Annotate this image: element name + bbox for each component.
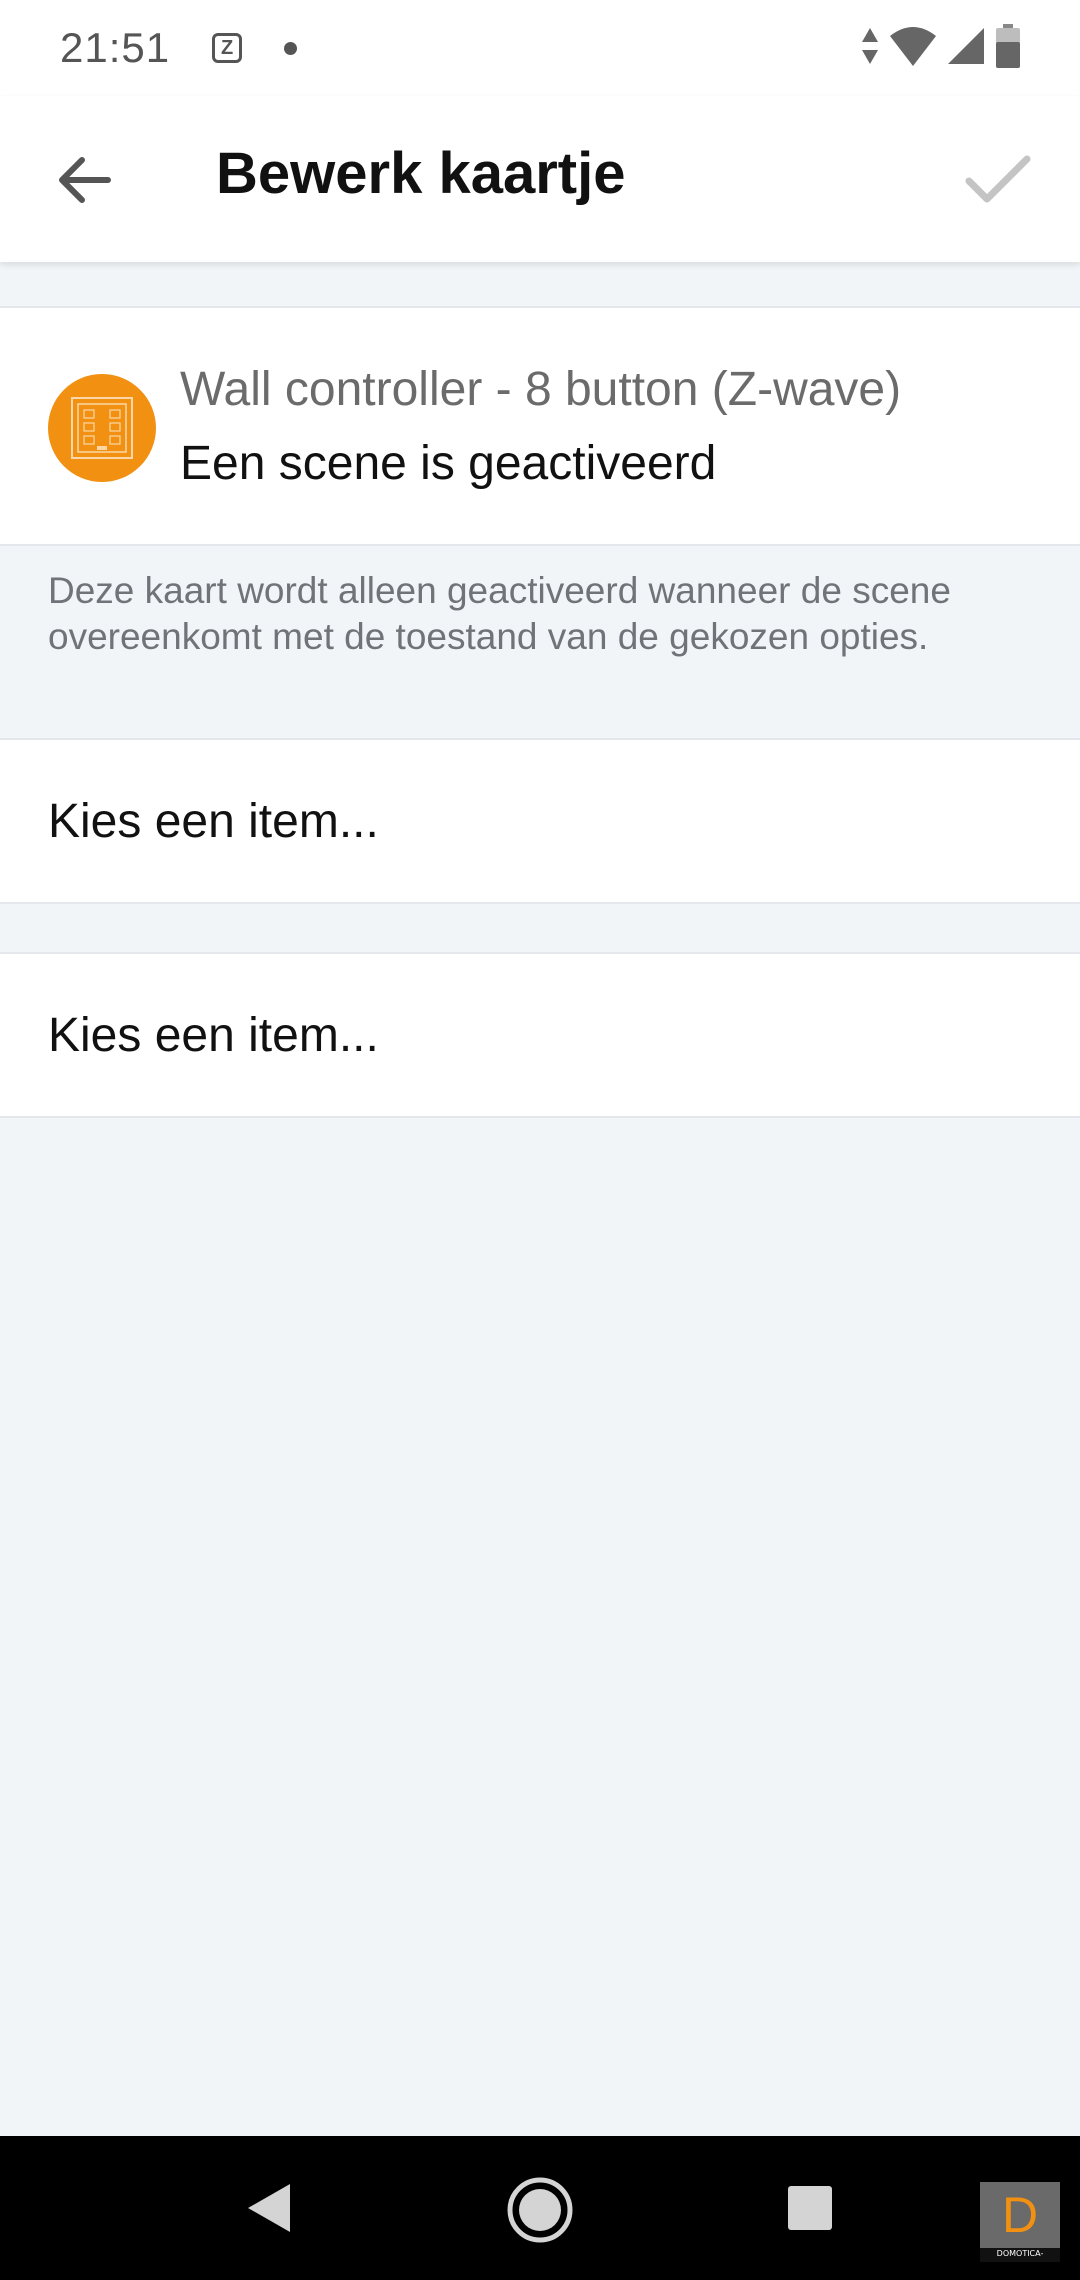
status-time: 21:51 — [60, 24, 171, 71]
watermark-letter: D — [1001, 2187, 1039, 2243]
device-avatar — [48, 374, 156, 482]
back-triangle-icon[interactable] — [246, 2182, 292, 2234]
notification-dot-icon — [284, 41, 298, 55]
wall-controller-icon — [71, 397, 133, 459]
app-bar: Bewerk kaartje — [0, 96, 1080, 262]
item-selector-2[interactable]: Kies een item... — [0, 952, 1080, 1118]
screen: 21:51 Z Bewerk kaartje Wall controller -… — [0, 0, 1080, 2280]
device-name: Wall controller - 8 button (Z-wave) — [180, 363, 902, 416]
wifi-icon — [890, 27, 936, 66]
system-status-icons — [860, 24, 1022, 68]
battery-icon — [996, 24, 1020, 68]
watermark-text: DOMOTICA-BLOG.NL — [980, 2248, 1060, 2262]
check-icon — [965, 155, 1031, 203]
arrow-left-icon — [59, 157, 111, 203]
data-arrows-icon — [862, 28, 878, 64]
hint-text: Deze kaart wordt alleen geactiveerd wann… — [48, 570, 951, 657]
back-button[interactable] — [48, 144, 120, 216]
trigger-label: Een scene is geactiveerd — [180, 437, 717, 490]
home-circle-icon[interactable] — [506, 2176, 574, 2244]
zwave-app-icon: Z — [212, 33, 243, 63]
page-title: Bewerk kaartje — [216, 141, 626, 206]
trigger-card[interactable]: Wall controller - 8 button (Z-wave) Een … — [0, 306, 1080, 546]
confirm-button[interactable] — [952, 134, 1044, 226]
navigation-bar — [0, 2136, 1080, 2280]
watermark-logo: D DOMOTICA-BLOG.NL — [980, 2182, 1060, 2262]
cell-signal-icon — [948, 28, 984, 64]
recents-square-icon[interactable] — [788, 2186, 832, 2230]
item-selector-1[interactable]: Kies een item... — [0, 738, 1080, 904]
status-bar: 21:51 Z — [0, 0, 1080, 96]
